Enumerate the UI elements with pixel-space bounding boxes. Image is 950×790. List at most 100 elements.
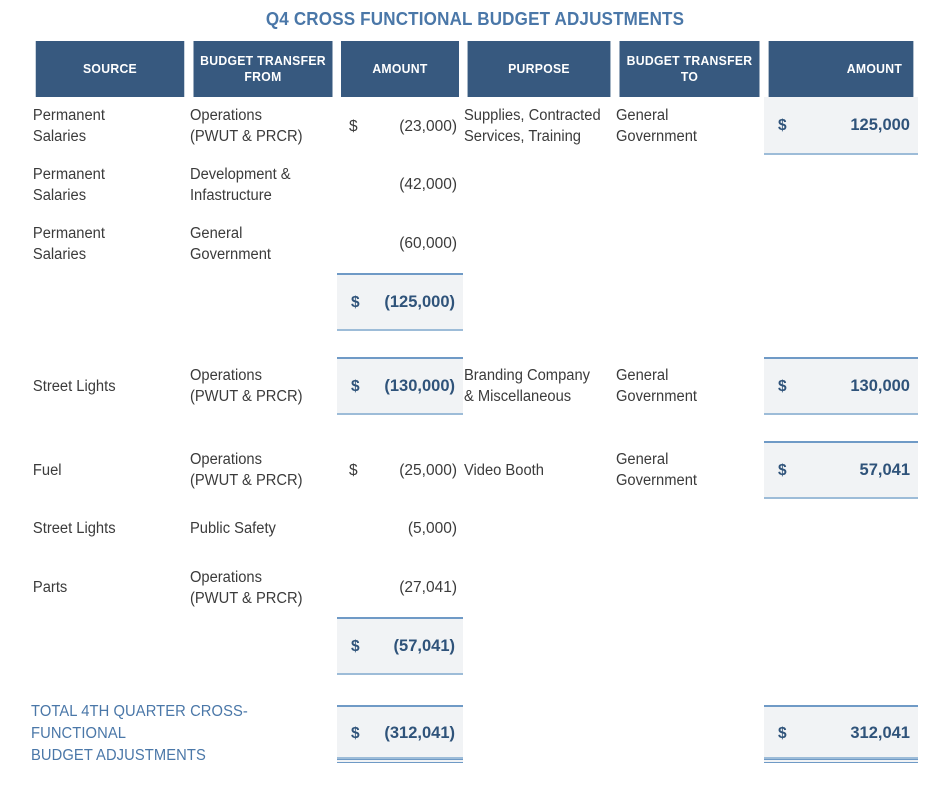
amount-text: (125,000) — [384, 292, 455, 311]
currency-symbol: $ — [778, 461, 787, 479]
cell-amount-to — [764, 273, 918, 331]
group-spacer — [31, 331, 918, 357]
cell-amount-from: $ (42,000) — [337, 155, 463, 214]
cell-transfer-from: Operations (PWUT & PRCR) — [189, 97, 337, 155]
to-line1: General — [615, 367, 669, 384]
currency-symbol: $ — [351, 377, 360, 395]
cell-purpose — [463, 701, 615, 767]
cell-source: Permanent Salaries — [31, 214, 189, 273]
cell-amount-to — [764, 617, 918, 675]
page-title: Q4 CROSS FUNCTIONAL BUDGET ADJUSTMENTS — [265, 8, 685, 29]
amount-from-value: $ (25,000) — [337, 460, 463, 481]
cell-amount-to: $ 130,000 — [764, 357, 918, 415]
amount-text: (130,000) — [384, 376, 455, 395]
cell-purpose — [463, 558, 615, 617]
cell-transfer-to — [615, 214, 764, 273]
currency-symbol: $ — [351, 637, 360, 655]
total-label-line2: BUDGET ADJUSTMENTS — [31, 747, 206, 764]
amount-from-value: $ (60,000) — [337, 233, 463, 254]
source-line2: Salaries — [32, 128, 87, 145]
cell-transfer-from — [189, 617, 337, 675]
cell-transfer-to — [615, 155, 764, 214]
cell-transfer-to: General Government — [615, 441, 764, 499]
cell-transfer-to — [615, 701, 764, 767]
cell-transfer-from: Operations (PWUT & PRCR) — [189, 558, 337, 617]
from-line1: Operations — [189, 107, 262, 124]
table-row: Street Lights Public Safety $ (5,000) — [31, 499, 918, 558]
from-line1: General — [189, 224, 243, 242]
budget-table: SOURCE BUDGET TRANSFER FROM AMOUNT PURPO… — [31, 41, 918, 767]
grand-total-row: TOTAL 4TH QUARTER CROSS-FUNCTIONAL BUDGE… — [31, 701, 918, 767]
group-spacer-cell — [31, 415, 918, 441]
to-line1: General — [615, 451, 669, 468]
source-line1: Street Lights — [32, 377, 116, 395]
currency-symbol: $ — [351, 293, 360, 311]
cell-purpose — [463, 617, 615, 675]
header-label-from-line2: FROM — [244, 68, 282, 84]
purpose-line2: Services, Training — [463, 128, 581, 145]
cell-amount-to: $ 57,041 — [764, 441, 918, 499]
table-row: Permanent Salaries Development & Infastr… — [31, 155, 918, 214]
cell-transfer-to: General Government — [615, 97, 764, 155]
cell-amount-to — [764, 499, 918, 558]
cell-source: Permanent Salaries — [31, 97, 189, 155]
cell-purpose — [463, 214, 615, 273]
cell-subtotal-amount-from: $ (57,041) — [337, 617, 463, 675]
cell-purpose: Video Booth — [463, 441, 615, 499]
amount-text: (312,041) — [384, 723, 455, 742]
from-line2: Infastructure — [189, 186, 272, 204]
header-label-amount1: AMOUNT — [372, 60, 428, 76]
column-header-budget-transfer-from: BUDGET TRANSFER FROM — [193, 41, 333, 97]
cell-purpose — [463, 499, 615, 558]
cell-transfer-to — [615, 558, 764, 617]
cell-amount-to — [764, 214, 918, 273]
purpose-line2: & Miscellaneous — [463, 388, 572, 405]
currency-symbol: $ — [778, 116, 787, 134]
table-row: Fuel Operations (PWUT & PRCR) $ (25,000)… — [31, 441, 918, 499]
table-row: Permanent Salaries Operations (PWUT & PR… — [31, 97, 918, 155]
total-amount-from-value: $ (312,041) — [337, 705, 463, 763]
amount-to-value: $ 130,000 — [764, 357, 918, 415]
cell-total-amount-from: $ (312,041) — [337, 701, 463, 767]
purpose-line1: Supplies, Contracted — [463, 107, 601, 124]
source-line2: Salaries — [32, 245, 87, 263]
from-line1: Operations — [189, 451, 262, 468]
from-line2: (PWUT & PRCR) — [189, 128, 303, 145]
cell-transfer-from: Development & Infastructure — [189, 155, 337, 214]
to-line1: General — [615, 107, 669, 124]
cell-total-label: TOTAL 4TH QUARTER CROSS-FUNCTIONAL BUDGE… — [31, 701, 337, 767]
currency-symbol: $ — [778, 377, 787, 395]
amount-text: 125,000 — [850, 115, 910, 134]
header-label-to-line2: TO — [680, 68, 699, 84]
amount-text: (23,000) — [399, 117, 457, 135]
table-row: Parts Operations (PWUT & PRCR) $ (27,041… — [31, 558, 918, 617]
amount-text: 312,041 — [850, 723, 910, 742]
amount-from-value: $ (23,000) — [337, 116, 463, 137]
column-header-source: SOURCE — [35, 41, 185, 97]
column-header-amount-to: AMOUNT — [768, 41, 914, 97]
column-header-amount-from: AMOUNT — [340, 41, 460, 97]
source-line1: Permanent — [32, 224, 105, 242]
group-spacer-cell — [31, 331, 918, 357]
cell-source: Street Lights — [31, 357, 189, 415]
cell-transfer-to — [615, 273, 764, 331]
cell-amount-from: $ (27,041) — [337, 558, 463, 617]
cell-purpose: Supplies, Contracted Services, Training — [463, 97, 615, 155]
amount-text: (60,000) — [399, 235, 457, 252]
cell-purpose — [463, 155, 615, 214]
total-amount-to-value: $ 312,041 — [764, 705, 918, 763]
from-line1: Operations — [189, 367, 262, 384]
table-row: Street Lights Operations (PWUT & PRCR) $… — [31, 357, 918, 415]
cell-amount-to: $ 125,000 — [764, 97, 918, 155]
source-line1: Permanent — [32, 165, 105, 183]
to-line2: Government — [615, 472, 697, 489]
amount-from-value: $ (5,000) — [337, 518, 463, 539]
total-label-line1: TOTAL 4TH QUARTER CROSS-FUNCTIONAL — [31, 703, 248, 742]
source-line1: Street Lights — [32, 520, 116, 537]
header-label-source: SOURCE — [83, 60, 137, 76]
cell-transfer-to — [615, 617, 764, 675]
table-header: SOURCE BUDGET TRANSFER FROM AMOUNT PURPO… — [31, 41, 918, 97]
from-line2: (PWUT & PRCR) — [189, 472, 303, 489]
amount-from-value: $ (42,000) — [337, 174, 463, 195]
cell-transfer-from: Public Safety — [189, 499, 337, 558]
